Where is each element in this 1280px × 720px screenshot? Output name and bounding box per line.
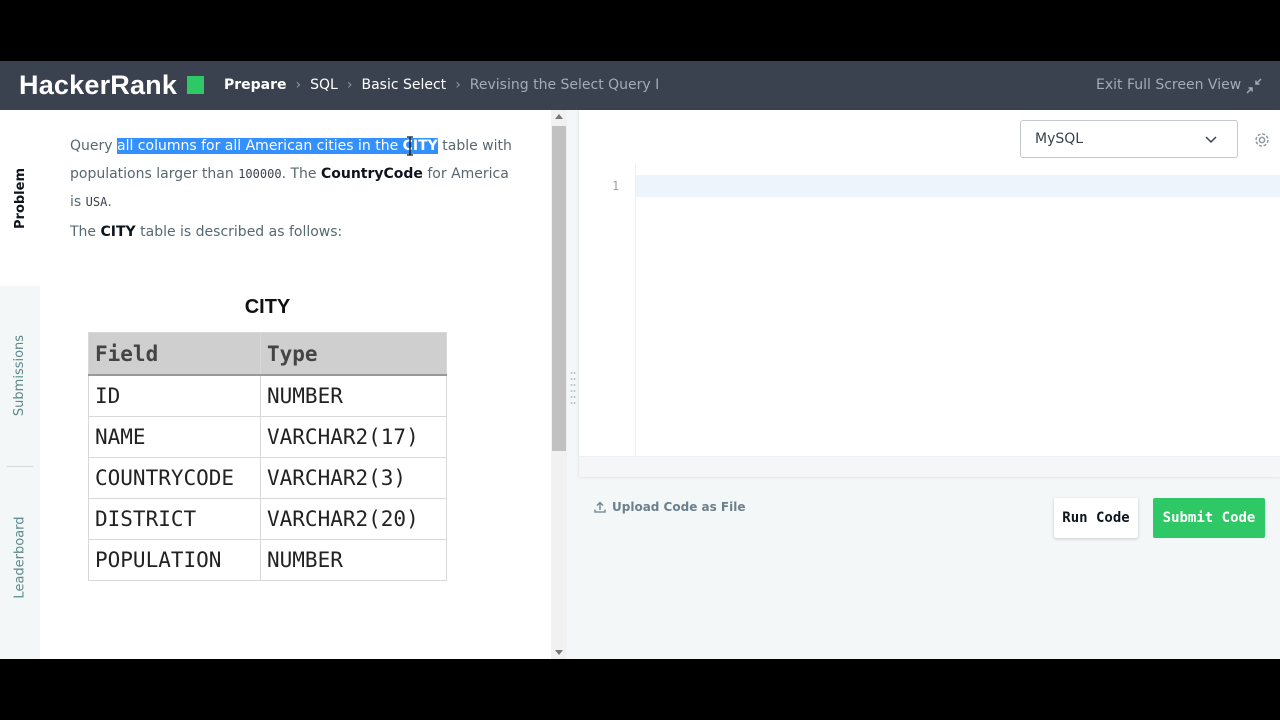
tab-leaderboard-label: Leaderboard: [12, 515, 28, 599]
cell-type: VARCHAR2(17): [260, 416, 447, 458]
breadcrumb: Prepare › SQL › Basic Select › Revising …: [224, 77, 659, 93]
text-the-2: The: [70, 224, 101, 240]
gear-icon[interactable]: [1252, 130, 1272, 150]
cell-field: ID: [88, 374, 261, 417]
text-described: table is described as follows:: [135, 224, 343, 240]
problem-scrollbar[interactable]: [551, 110, 567, 659]
app-window: HackerRank Prepare › SQL › Basic Select …: [0, 61, 1280, 659]
table-caption: CITY: [244, 296, 291, 318]
breadcrumb-current-challenge: Revising the Select Query I: [469, 77, 660, 93]
tab-problem[interactable]: Problem: [0, 110, 40, 286]
header-type: Type: [260, 332, 447, 376]
table-header-row: Field Type: [88, 332, 447, 376]
language-select[interactable]: MySQL: [1020, 120, 1238, 158]
exit-full-screen-link[interactable]: Exit Full Screen View: [1096, 77, 1241, 93]
upload-code-link[interactable]: Upload Code as File: [594, 500, 746, 514]
upload-label: Upload Code as File: [612, 500, 746, 514]
cell-field: NAME: [88, 416, 261, 458]
side-tab-bar: Problem Submissions Leaderboard: [0, 110, 40, 659]
tab-submissions-label: Submissions: [12, 334, 28, 416]
code-editor-card: MySQL 1: [579, 110, 1280, 477]
table-row: ID NUMBER: [88, 374, 447, 417]
line-number: 1: [612, 179, 620, 193]
chevron-right-icon: ›: [346, 77, 353, 93]
submit-code-button[interactable]: Submit Code: [1153, 498, 1265, 538]
drag-handle-icon[interactable]: [570, 370, 576, 404]
language-value: MySQL: [1035, 131, 1084, 147]
problem-panel: Problem Submissions Leaderboard Query al…: [0, 110, 567, 659]
editor-panel: MySQL 1 Upload Code as File Run Code Sub…: [567, 110, 1280, 659]
text-period: .: [107, 194, 112, 210]
text-the: . The: [281, 166, 321, 182]
problem-statement: Query all columns for all American citie…: [70, 132, 520, 216]
upload-icon: [594, 501, 606, 513]
text-cursor-icon: [407, 136, 413, 156]
chevron-down-icon: [1205, 136, 1217, 144]
countrycode-bold: CountryCode: [320, 166, 423, 182]
table-row: COUNTRYCODE VARCHAR2(3): [88, 457, 447, 499]
hackerrank-logo[interactable]: HackerRank: [19, 70, 177, 101]
run-code-button[interactable]: Run Code: [1054, 498, 1138, 538]
text-query: Query: [70, 138, 117, 154]
logo-mark: [187, 76, 204, 94]
header-field: Field: [88, 332, 261, 376]
table-row: NAME VARCHAR2(17): [88, 416, 447, 458]
table-row: DISTRICT VARCHAR2(20): [88, 498, 447, 540]
usa-code: USA: [85, 195, 108, 209]
breadcrumb-basic-select[interactable]: Basic Select: [361, 77, 446, 93]
tab-divider: [7, 466, 33, 467]
top-navbar: HackerRank Prepare › SQL › Basic Select …: [0, 61, 1280, 110]
scroll-down-icon[interactable]: [555, 650, 563, 655]
scroll-up-icon[interactable]: [555, 114, 563, 119]
cell-field: DISTRICT: [88, 498, 261, 540]
city-bold-2: CITY: [100, 224, 136, 240]
city-schema-table: Field Type ID NUMBER NAME VARCHAR2(17) C…: [88, 332, 447, 581]
tab-leaderboard[interactable]: Leaderboard: [0, 468, 40, 646]
breadcrumb-sql[interactable]: SQL: [310, 77, 338, 93]
chevron-right-icon: ›: [295, 77, 302, 93]
chevron-right-icon: ›: [455, 77, 461, 93]
line-number-gutter: [579, 164, 636, 456]
breadcrumb-prepare[interactable]: Prepare: [224, 77, 287, 93]
tab-problem-label: Problem: [12, 167, 28, 229]
cell-type: VARCHAR2(3): [260, 457, 447, 499]
scrollbar-thumb[interactable]: [552, 126, 566, 451]
population-threshold: 100000: [238, 167, 282, 181]
table-description: The CITY table is described as follows:: [70, 224, 342, 240]
tab-submissions[interactable]: Submissions: [0, 286, 40, 464]
selected-text: all columns for all American cities in t…: [117, 138, 438, 154]
cell-type: NUMBER: [260, 539, 447, 581]
cell-type: NUMBER: [260, 374, 447, 417]
selected-text-span: all columns for all American cities in t…: [117, 138, 403, 154]
cell-type: VARCHAR2(20): [260, 498, 447, 540]
collapse-arrows-icon[interactable]: [1246, 78, 1262, 94]
table-row: POPULATION NUMBER: [88, 539, 447, 581]
cell-field: POPULATION: [88, 539, 261, 581]
editor-horizontal-scrollbar[interactable]: [579, 456, 1280, 477]
cell-field: COUNTRYCODE: [88, 457, 261, 499]
code-input-line[interactable]: [636, 175, 1280, 197]
